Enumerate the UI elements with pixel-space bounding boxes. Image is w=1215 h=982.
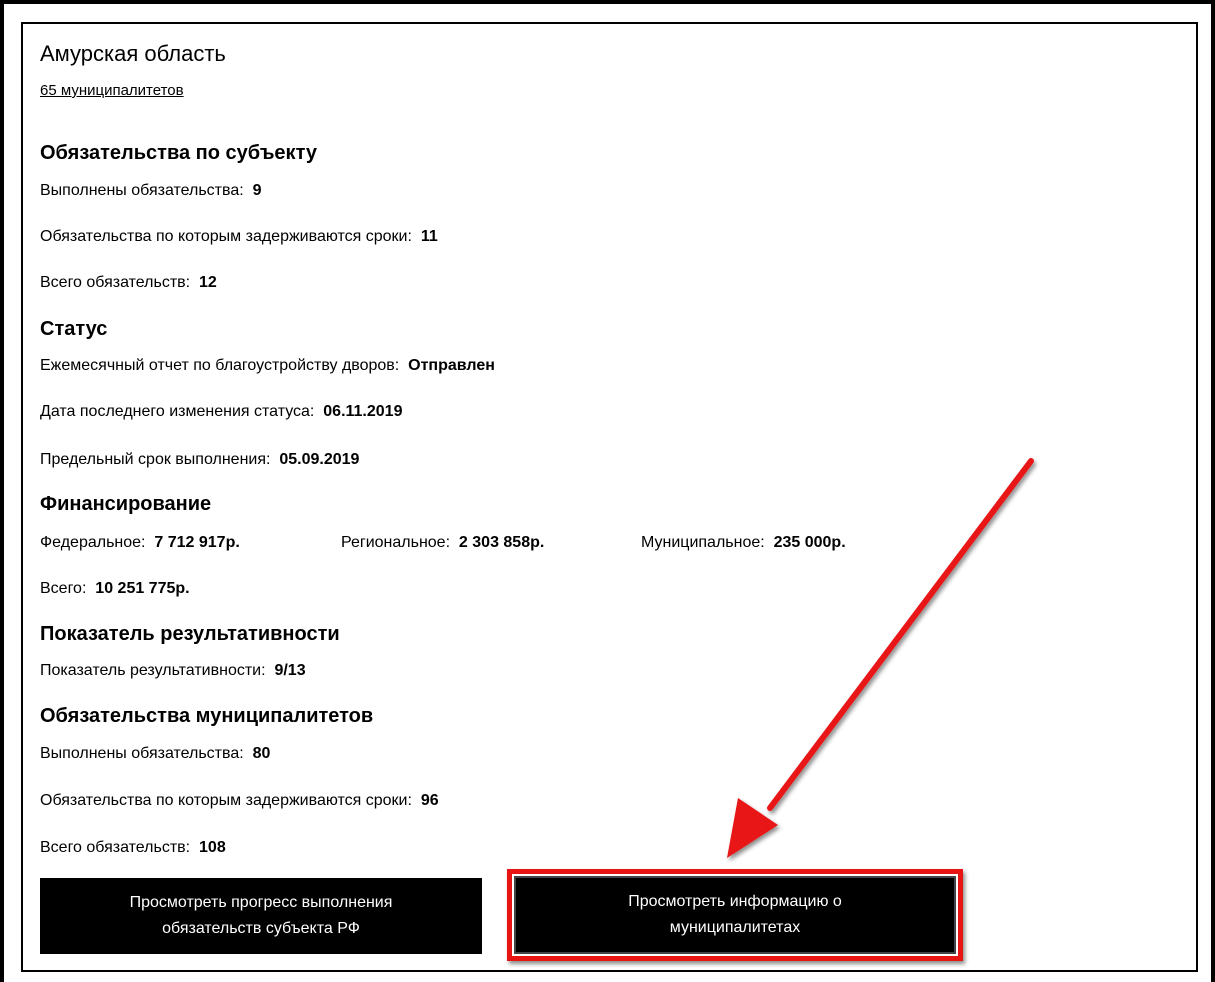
status-deadline-label: Предельный срок выполнения:	[40, 451, 271, 468]
municipal-total-value: 108	[199, 839, 226, 856]
view-subject-progress-label: Просмотреть прогресс выполнения обязател…	[130, 890, 393, 942]
subject-total-row: Всего обязательств: 12	[40, 274, 217, 292]
view-municipalities-info-label: Просмотреть информацию о муниципалитетах	[628, 889, 842, 941]
performance-heading: Показатель результативности	[40, 623, 340, 645]
municipal-obligations-heading: Обязательства муниципалитетов	[40, 705, 374, 727]
view-subject-progress-line1: Просмотреть прогресс выполнения	[129, 894, 393, 911]
view-municipalities-info-line2: муниципалитетах	[669, 919, 801, 936]
financing-municipal-label: Муниципальное:	[641, 534, 765, 551]
financing-federal-value: 7 712 917р.	[154, 534, 240, 551]
performance-value: 9/13	[274, 662, 306, 679]
municipal-delayed-label: Обязательства по которым задерживаются с…	[40, 792, 412, 809]
performance-row: Показатель результативности: 9/13	[40, 662, 306, 680]
subject-total-value: 12	[199, 274, 217, 291]
view-municipalities-info-button[interactable]: Просмотреть информацию о муниципалитетах	[514, 876, 956, 954]
subject-done-value: 9	[252, 182, 262, 199]
financing-regional-value: 2 303 858р.	[458, 534, 545, 551]
status-changed-value: 06.11.2019	[323, 403, 403, 420]
financing-regional: Региональное: 2 303 858р.	[341, 534, 544, 552]
status-report-value: Отправлен	[408, 357, 495, 374]
financing-municipal-value: 235 000р.	[773, 534, 846, 551]
municipalities-link[interactable]: 65 муниципалитетов	[40, 82, 184, 99]
municipal-done-row: Выполнены обязательства: 80	[40, 745, 270, 763]
status-deadline-value: 05.09.2019	[279, 451, 360, 468]
subject-done-label: Выполнены обязательства:	[40, 182, 244, 199]
municipal-total-label: Всего обязательств:	[40, 839, 191, 856]
municipal-delayed-row: Обязательства по которым задерживаются с…	[40, 792, 439, 810]
financing-federal: Федеральное: 7 712 917р.	[40, 534, 240, 552]
subject-delayed-label: Обязательства по которым задерживаются с…	[40, 228, 412, 245]
municipal-done-label: Выполнены обязательства:	[40, 745, 244, 762]
subject-delayed-value: 11	[420, 228, 438, 245]
municipal-done-value: 80	[252, 745, 271, 762]
subject-total-label: Всего обязательств:	[40, 274, 191, 291]
status-changed-label: Дата последнего изменения статуса:	[40, 403, 315, 420]
region-title: Амурская область	[40, 41, 226, 66]
municipal-total-row: Всего обязательств: 108	[40, 839, 226, 857]
financing-federal-label: Федеральное:	[40, 534, 146, 551]
financing-total-row: Всего: 10 251 775р.	[40, 580, 190, 598]
municipal-delayed-value: 96	[420, 792, 439, 809]
subject-delayed-row: Обязательства по которым задерживаются с…	[40, 228, 438, 246]
financing-municipal: Муниципальное: 235 000р.	[641, 534, 846, 552]
view-municipalities-info-line1: Просмотреть информацию о	[628, 893, 842, 910]
performance-label: Показатель результативности:	[40, 662, 266, 679]
status-deadline-row: Предельный срок выполнения: 05.09.2019	[40, 451, 359, 469]
view-subject-progress-line2: обязательств субъекта РФ	[162, 920, 360, 937]
status-changed-row: Дата последнего изменения статуса: 06.11…	[40, 403, 402, 421]
financing-heading: Финансирование	[40, 493, 212, 515]
financing-regional-label: Региональное:	[341, 534, 451, 551]
status-report-label: Ежемесячный отчет по благоустройству дво…	[40, 357, 400, 374]
status-report-row: Ежемесячный отчет по благоустройству дво…	[40, 357, 495, 375]
subject-obligations-heading: Обязательства по субъекту	[40, 142, 317, 164]
view-subject-progress-button[interactable]: Просмотреть прогресс выполнения обязател…	[40, 878, 482, 954]
financing-total-value: 10 251 775р.	[95, 580, 190, 597]
financing-total-label: Всего:	[40, 580, 87, 597]
status-heading: Статус	[40, 318, 108, 340]
subject-done-row: Выполнены обязательства: 9	[40, 182, 261, 200]
